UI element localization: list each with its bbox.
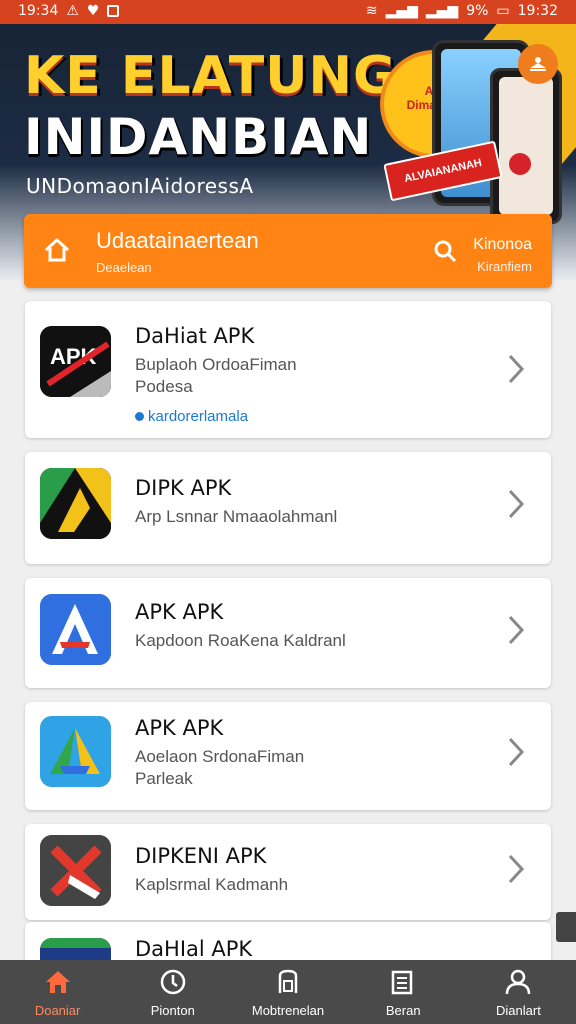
home-icon [45, 971, 70, 993]
status-time-right: 19:32 [517, 3, 558, 19]
heart-icon: ♥ [86, 3, 100, 19]
phone-icon [278, 969, 298, 993]
phone-image-2 [490, 68, 562, 224]
feature-right-label: Kinonoa [473, 236, 532, 253]
feature-subtitle: Deaelean [96, 260, 152, 275]
app-icon: APK [40, 326, 111, 397]
feature-right-sublabel: Kiranfiem [477, 259, 532, 274]
home-icon [44, 237, 70, 262]
banner-title-line1: KE ELATUNG [24, 46, 397, 106]
app-name: DIPK APK [135, 476, 232, 500]
nav-item-phone[interactable]: Mobtrenelan [230, 960, 345, 1024]
app-description: Aoelaon SrdonaFiman Parleak [135, 747, 305, 788]
app-name: DaHIal APK [135, 937, 253, 961]
app-name: APK APK [135, 600, 224, 624]
signal-icon: ▂▄▆ [385, 3, 418, 19]
nav-item-list[interactable]: Beran [346, 960, 461, 1024]
app-card[interactable]: APK DaHiat APK Buplaoh OrdoaFiman Podesa … [25, 301, 551, 438]
app-description: Buplaoh OrdoaFiman Podesa [135, 355, 297, 396]
nav-item-user[interactable]: Dianlart [461, 960, 576, 1024]
chevron-right-icon[interactable] [507, 736, 525, 768]
clock-icon [160, 969, 186, 995]
feature-title: Udaatainaertean [96, 228, 259, 253]
banner-subtitle: UNDomaonIAidoressA [26, 174, 254, 198]
promo-badge-icon[interactable] [518, 44, 558, 84]
nav-item-clock[interactable]: Pionton [115, 960, 230, 1024]
chevron-right-icon[interactable] [507, 853, 525, 885]
signal-icon-2: ▂▄▆ [425, 3, 459, 19]
app-card[interactable]: APK APK Aoelaon SrdonaFiman Parleak [25, 702, 551, 810]
side-handle[interactable] [556, 912, 576, 942]
app-card[interactable]: APK APK Kapdoon RoaKena Kaldranl [25, 578, 551, 688]
notification-icon: ⚠ [66, 3, 79, 19]
status-time-left: 19:34 [18, 3, 59, 19]
app-name: DIPKENI APK [135, 844, 267, 868]
app-meta[interactable]: kardorerlamala [135, 408, 248, 425]
app-card[interactable]: DIPKENI APK Kaplsrmal Kadmanh [25, 824, 551, 920]
app-icon [40, 594, 111, 665]
list-icon [391, 970, 413, 995]
app-icon [40, 716, 111, 787]
feature-bar[interactable]: Udaatainaertean Deaelean Kinonoa Kiranfi… [24, 214, 552, 288]
bottom-navigation: Doaniar Pionton Mobtrenelan Beran Dianla… [0, 960, 576, 1024]
app-notification-icon [107, 5, 120, 17]
app-icon [40, 468, 111, 539]
nav-item-home[interactable]: Doaniar [0, 960, 115, 1024]
app-icon [40, 835, 111, 906]
app-name: APK APK [135, 716, 224, 740]
chevron-right-icon[interactable] [507, 614, 525, 646]
app-card[interactable]: DIPK APK Arp Lsnnar Nmaaolahmanl [25, 452, 551, 564]
user-icon [506, 969, 531, 995]
app-description: Kapdoon RoaKena Kaldranl [135, 631, 346, 650]
search-icon[interactable] [432, 238, 458, 264]
wifi-icon: ≋ [365, 3, 378, 19]
banner-title-line2: INIDANBIAN [24, 108, 373, 166]
battery-icon: ▭ [496, 3, 510, 19]
chevron-right-icon[interactable] [507, 488, 525, 520]
app-description: Arp Lsnnar Nmaaolahmanl [135, 507, 338, 526]
status-bar: 19:34 ⚠ ♥ ≋ ▂▄▆ ▂▄▆ 9% ▭ 19:32 [0, 0, 576, 24]
battery-percentage: 9% [466, 3, 489, 19]
chevron-right-icon[interactable] [507, 353, 525, 385]
app-name: DaHiat APK [135, 324, 255, 348]
app-description: Kaplsrmal Kadmanh [135, 875, 289, 894]
